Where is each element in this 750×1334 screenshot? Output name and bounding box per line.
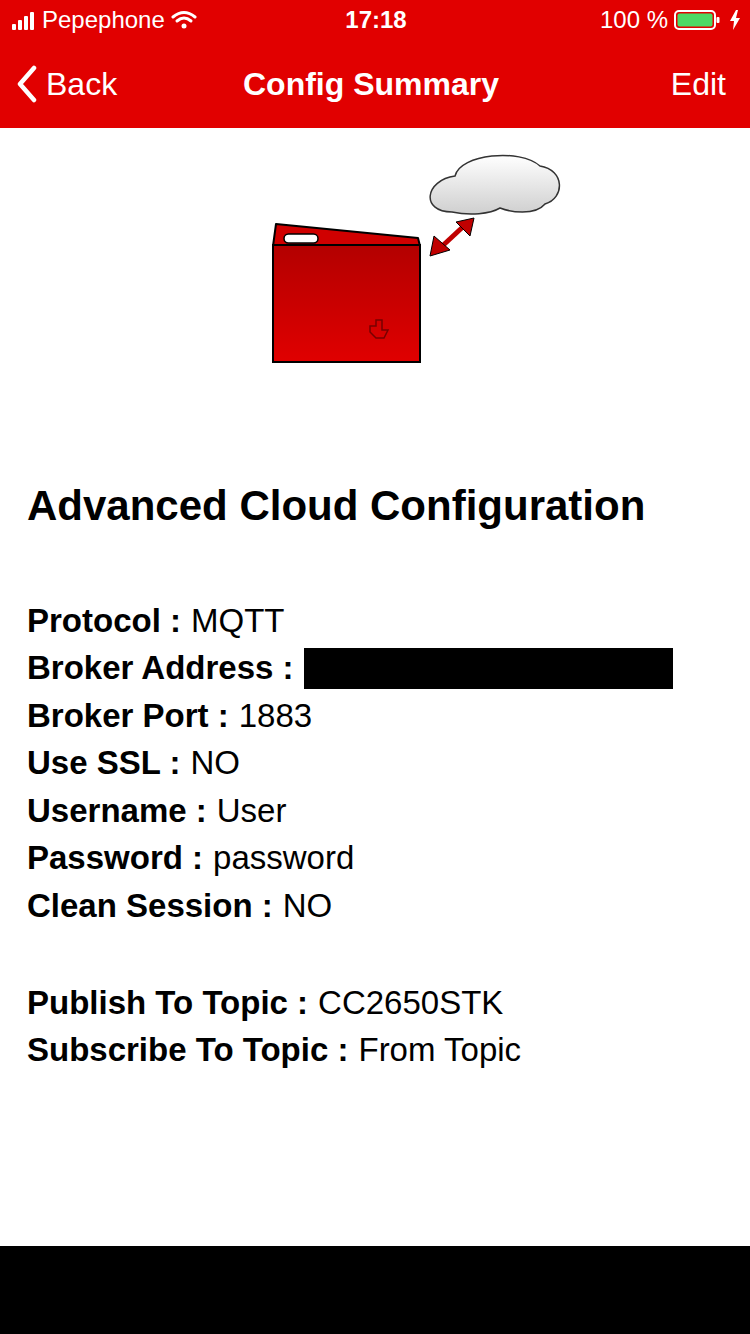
charging-icon	[730, 10, 740, 30]
status-right: 100 %	[407, 6, 740, 34]
setting-value: User	[217, 792, 287, 830]
setting-row: Protocol : MQTT	[27, 597, 750, 645]
setting-row: Subscribe To Topic : From Topic	[27, 1027, 750, 1075]
back-button[interactable]: Back	[16, 65, 243, 103]
battery-percent: 100 %	[600, 6, 668, 34]
section-heading: Advanced Cloud Configuration	[27, 480, 750, 532]
battery-fill	[678, 14, 713, 27]
setting-label: Username :	[27, 792, 207, 830]
board-cloud-illustration	[0, 128, 750, 388]
battery-icon	[674, 9, 724, 31]
bottom-bar	[0, 1246, 750, 1334]
status-bar: Pepephone 17:18 100 %	[0, 0, 750, 40]
setting-row: Broker Port : 1883	[27, 692, 750, 740]
setting-row: Password : password	[27, 835, 750, 883]
setting-label: Clean Session :	[27, 887, 273, 925]
edit-button[interactable]: Edit	[499, 66, 726, 103]
back-label[interactable]: Back	[46, 66, 117, 103]
setting-row: Clean Session : NO	[27, 882, 750, 930]
chevron-left-icon	[16, 65, 38, 103]
setting-label: Subscribe To Topic :	[27, 1031, 348, 1069]
topics-list: Publish To Topic : CC2650STK Subscribe To …	[27, 979, 750, 1074]
setting-row: Publish To Topic : CC2650STK	[27, 979, 750, 1027]
clock: 17:18	[345, 6, 406, 34]
setting-value: NO	[190, 744, 240, 782]
setting-row: Broker Address :	[27, 645, 750, 693]
signal-icon	[12, 10, 36, 30]
setting-label: Broker Address :	[27, 649, 294, 687]
setting-value: password	[213, 839, 354, 877]
setting-value: MQTT	[191, 602, 284, 640]
setting-label: Protocol :	[27, 602, 181, 640]
setting-row: Username : User	[27, 787, 750, 835]
wifi-icon	[171, 10, 197, 30]
setting-value: From Topic	[358, 1031, 521, 1069]
settings-list: Protocol : MQTT Broker Address : Broker Por…	[27, 597, 750, 930]
content: Advanced Cloud Configuration Protocol : MQ…	[0, 128, 750, 1246]
status-left: Pepephone	[12, 6, 345, 34]
setting-value: 1883	[239, 697, 312, 735]
carrier: Pepephone	[42, 6, 165, 34]
setting-row: Use SSL : NO	[27, 740, 750, 788]
setting-label: Broker Port :	[27, 697, 229, 735]
setting-value: NO	[283, 887, 333, 925]
nav-bar: Back Config SummaryEdit	[0, 40, 750, 128]
setting-label: Use SSL :	[27, 744, 180, 782]
setting-label: Password :	[27, 839, 203, 877]
redacted-value	[304, 648, 673, 689]
screen-title: Config Summary	[243, 66, 499, 103]
setting-value: CC2650STK	[318, 984, 503, 1022]
setting-label: Publish To Topic :	[27, 984, 308, 1022]
